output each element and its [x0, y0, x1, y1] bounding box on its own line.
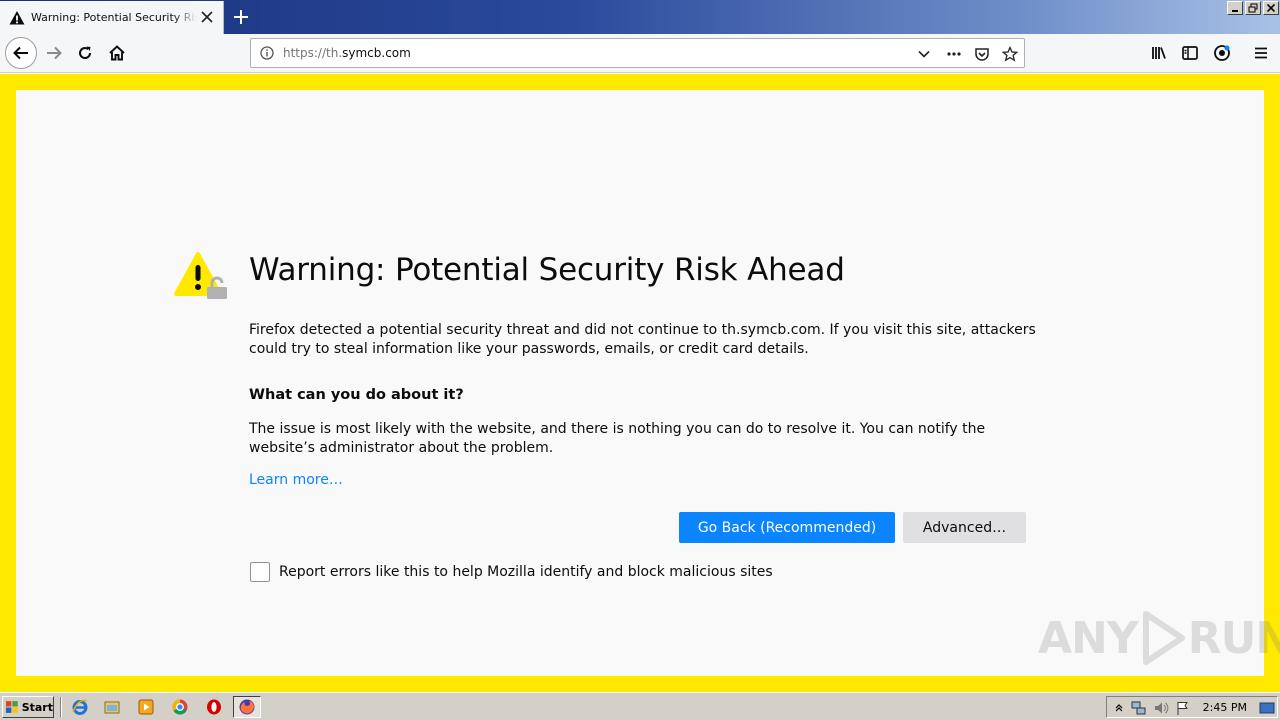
- close-icon: [1266, 3, 1276, 13]
- anyrun-watermark: ANY RUN: [1038, 610, 1280, 666]
- explorer-taskbar-button[interactable]: [101, 697, 123, 717]
- go-back-button[interactable]: Go Back (Recommended): [679, 512, 895, 543]
- media-player-icon: [138, 699, 154, 715]
- nav-bar: https://th.symcb.com: [0, 34, 1280, 73]
- warning-frame: Warning: Potential Security Risk Ahead F…: [0, 74, 1280, 692]
- star-icon: [1002, 46, 1018, 62]
- home-icon: [109, 45, 125, 61]
- site-info-icon[interactable]: [260, 46, 274, 60]
- url-scheme: https://th.: [283, 46, 343, 60]
- folder-icon: [104, 701, 120, 714]
- home-button[interactable]: [102, 38, 132, 68]
- watermark-left: ANY: [1038, 612, 1139, 664]
- firefox-taskbar-button[interactable]: [233, 696, 261, 718]
- new-tab-button[interactable]: [229, 5, 253, 29]
- minimize-button[interactable]: [1227, 1, 1243, 15]
- url-host: symcb.com: [342, 46, 411, 60]
- tab-title: Warning: Potential Security Risk Ahead: [31, 11, 197, 24]
- system-tray: 2:45 PM: [1106, 696, 1278, 718]
- restore-button[interactable]: [1245, 1, 1261, 15]
- reload-button[interactable]: [70, 38, 100, 68]
- windows-logo-icon: [5, 701, 18, 713]
- hamburger-icon: [1255, 47, 1267, 59]
- opera-icon: [207, 699, 221, 715]
- tab-strip: Warning: Potential Security Risk Ahead: [0, 0, 1280, 34]
- address-bar[interactable]: https://th.symcb.com: [250, 38, 1025, 68]
- learn-more-link[interactable]: Learn more…: [249, 472, 343, 488]
- minimize-icon: [1232, 10, 1238, 12]
- chevron-down-icon: [918, 50, 930, 58]
- explanation-text: The issue is most likely with the websit…: [249, 421, 986, 456]
- sidebar-icon: [1182, 46, 1198, 60]
- show-hidden-icons-button[interactable]: [1111, 700, 1127, 716]
- what-to-do-heading: What can you do about it?: [249, 387, 464, 403]
- ellipsis-icon: [947, 52, 961, 56]
- show-desktop-button[interactable]: [1259, 700, 1275, 716]
- chrome-taskbar-button[interactable]: [169, 697, 191, 717]
- volume-tray-button[interactable]: [1153, 700, 1169, 716]
- start-label: Start: [21, 700, 53, 714]
- speaker-icon: [1155, 702, 1169, 714]
- network-tray-button[interactable]: [1131, 700, 1147, 716]
- watermark-right: RUN: [1187, 612, 1280, 664]
- flag-icon: [1177, 702, 1188, 715]
- tab-active[interactable]: Warning: Potential Security Risk Ahead: [0, 1, 224, 34]
- page-actions-button[interactable]: [945, 45, 963, 63]
- warning-icon: [9, 10, 25, 24]
- security-warning-icon: [174, 252, 227, 299]
- back-arrow-icon: [13, 46, 28, 60]
- opera-taskbar-button[interactable]: [203, 697, 225, 717]
- advanced-button[interactable]: Advanced…: [903, 512, 1026, 543]
- intro-text: Firefox detected a potential security th…: [249, 322, 1036, 357]
- page-title: Warning: Potential Security Risk Ahead: [249, 252, 845, 288]
- pocket-button[interactable]: [973, 45, 991, 63]
- restore-icon: [1248, 3, 1258, 13]
- media-player-taskbar-button[interactable]: [135, 697, 157, 717]
- bookmark-button[interactable]: [1001, 45, 1019, 63]
- taskbar-separator: [60, 697, 62, 717]
- account-icon: [1214, 45, 1230, 61]
- chevron-up-icon: [1115, 704, 1123, 712]
- error-page: Warning: Potential Security Risk Ahead F…: [16, 90, 1280, 676]
- library-icon: [1152, 47, 1166, 59]
- back-button[interactable]: [5, 37, 37, 69]
- library-button[interactable]: [1144, 38, 1174, 68]
- pocket-icon: [975, 48, 989, 61]
- plus-icon: [234, 10, 248, 24]
- account-button[interactable]: [1207, 38, 1237, 68]
- chrome-icon: [172, 699, 188, 715]
- url-dropdown-button[interactable]: [915, 45, 933, 63]
- taskbar-clock[interactable]: 2:45 PM: [1203, 701, 1247, 714]
- forward-arrow-icon: [47, 46, 62, 60]
- close-window-button[interactable]: [1263, 1, 1279, 15]
- menu-button[interactable]: [1246, 38, 1276, 68]
- window-controls: [1227, 1, 1279, 15]
- report-errors-checkbox[interactable]: [250, 562, 270, 582]
- network-icon: [1131, 701, 1146, 715]
- internet-explorer-taskbar-button[interactable]: [69, 697, 91, 717]
- sidebar-button[interactable]: [1175, 38, 1205, 68]
- report-errors-label: Report errors like this to help Mozilla …: [279, 564, 773, 580]
- url-text[interactable]: https://th.symcb.com: [283, 46, 411, 60]
- internet-explorer-icon: [72, 699, 88, 715]
- start-button[interactable]: Start: [2, 696, 54, 718]
- desktop-icon: [1259, 702, 1275, 714]
- taskbar: Start 2:45 PM: [0, 692, 1280, 720]
- play-logo-icon: [1142, 611, 1185, 665]
- close-tab-icon[interactable]: [200, 10, 214, 24]
- action-center-tray-button[interactable]: [1175, 700, 1191, 716]
- forward-button[interactable]: [39, 38, 69, 68]
- reload-icon: [79, 46, 92, 59]
- firefox-icon: [239, 699, 255, 715]
